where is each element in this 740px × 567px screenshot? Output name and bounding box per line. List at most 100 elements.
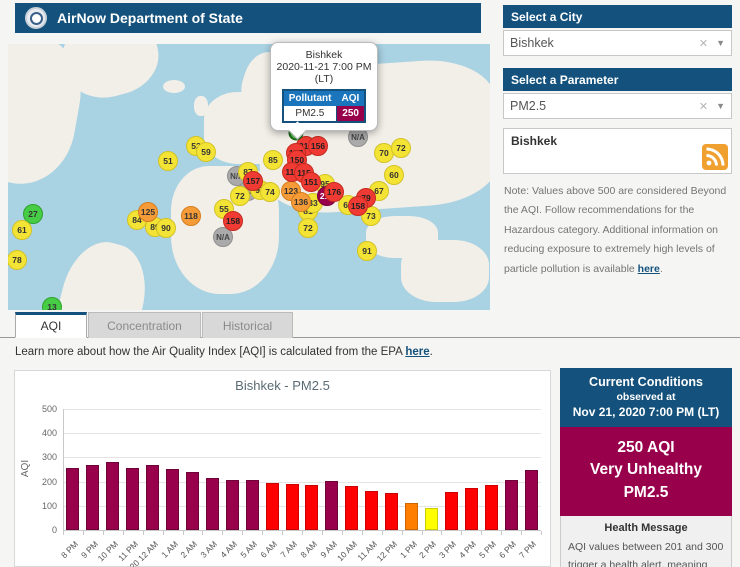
chart-bar [146, 465, 159, 530]
rss-icon[interactable] [702, 144, 728, 170]
x-tick [422, 531, 423, 535]
aqi-bar-chart: Bishkek - PM2.5 AQI 01002003004005008 PM… [14, 370, 551, 567]
aqi-map-marker[interactable]: 13 [42, 297, 62, 310]
aqi-map-marker[interactable]: 136 [291, 192, 311, 212]
aqi-map-marker[interactable]: 176 [324, 182, 344, 202]
gridline [63, 409, 541, 410]
parameter-select[interactable]: PM2.5 ✕ ▼ [503, 93, 732, 119]
map-land [163, 80, 185, 93]
gridline [63, 457, 541, 458]
conditions-aqi-value: 250 AQI [564, 437, 728, 459]
health-message-section: Health Message AQI values between 201 an… [560, 516, 732, 567]
x-tick [481, 531, 482, 535]
chart-bar [445, 492, 458, 530]
aqi-map-marker[interactable]: 91 [357, 241, 377, 261]
aqi-map-marker[interactable]: 78 [8, 250, 27, 270]
x-tick [222, 531, 223, 535]
dept-of-state-seal-icon [25, 7, 47, 29]
city-select[interactable]: Bishkek ✕ ▼ [503, 30, 732, 56]
aqi-map-marker[interactable]: 72 [298, 218, 318, 238]
aqi-map-marker[interactable]: 61 [12, 220, 32, 240]
health-message-text: AQI values between 201 and 300 trigger a… [568, 539, 724, 567]
aqi-map-marker[interactable]: 125 [138, 202, 158, 222]
chart-bar [106, 462, 119, 530]
x-tick [83, 531, 84, 535]
conditions-aqi-parameter: PM2.5 [564, 482, 728, 504]
x-tick [143, 531, 144, 535]
y-tick-label: 200 [27, 477, 57, 487]
popup-pollutant-value: PM2.5 [283, 106, 337, 122]
current-conditions-panel: Current Conditions observed at Nov 21, 2… [560, 368, 732, 567]
x-tick [63, 531, 64, 535]
chart-bar [226, 480, 239, 530]
chart-bar [385, 493, 398, 530]
map-land [46, 234, 156, 310]
x-tick [103, 531, 104, 535]
chart-bar [365, 491, 378, 530]
aqi-map-marker[interactable]: 118 [181, 206, 201, 226]
map-popup: Bishkek 2020-11-21 7:00 PM (LT) Pollutan… [270, 42, 378, 131]
conditions-title: Current Conditions [564, 375, 728, 389]
y-tick-label: 300 [27, 452, 57, 462]
popup-datetime: 2020-11-21 7:00 PM (LT) [275, 61, 373, 85]
x-tick [262, 531, 263, 535]
clear-parameter-icon[interactable]: ✕ [699, 100, 708, 113]
chart-bar [266, 483, 279, 530]
aqi-map-marker[interactable]: 158 [223, 211, 243, 231]
aqi-map-marker[interactable]: 60 [384, 165, 404, 185]
x-tick [183, 531, 184, 535]
aqi-map-marker[interactable]: 59 [196, 142, 216, 162]
note-here-link[interactable]: here [638, 263, 660, 275]
chevron-down-icon[interactable]: ▼ [716, 38, 725, 48]
conditions-aqi-category: Very Unhealthy [564, 459, 728, 481]
aqi-map-marker[interactable]: 85 [263, 150, 283, 170]
y-tick-label: 0 [27, 525, 57, 535]
learn-more-text: Learn more about how the Air Quality Ind… [15, 346, 433, 358]
chart-bar [505, 480, 518, 530]
city-feed-box: Bishkek [503, 128, 732, 174]
x-tick [382, 531, 383, 535]
chart-bar [485, 485, 498, 530]
popup-aqi-value: 250 [337, 106, 366, 122]
tab-concentration[interactable]: Concentration [88, 312, 201, 338]
chart-bar [325, 481, 338, 530]
parameter-select-value: PM2.5 [510, 99, 699, 113]
chart-bar [345, 486, 358, 530]
select-city-header: Select a City [503, 5, 732, 28]
aqi-map-marker[interactable]: 157 [243, 171, 263, 191]
conditions-aqi-badge: 250 AQI Very Unhealthy PM2.5 [560, 427, 732, 516]
y-axis-line [63, 409, 64, 530]
learn-more-suffix: . [430, 346, 433, 358]
x-tick [282, 531, 283, 535]
aqi-note: Note: Values above 500 are considered Be… [504, 182, 734, 279]
y-tick-label: 100 [27, 501, 57, 511]
x-tick [541, 531, 542, 535]
clear-city-icon[interactable]: ✕ [699, 37, 708, 50]
learn-more-here-link[interactable]: here [405, 346, 429, 358]
world-map[interactable]: N/AN/AN/AN/A2713515259857072606795879774… [8, 44, 490, 310]
aqi-map-marker[interactable]: 158 [348, 196, 368, 216]
feed-city-label: Bishkek [504, 129, 731, 148]
select-parameter-header: Select a Parameter [503, 68, 732, 91]
chart-bar [286, 484, 299, 530]
x-tick [302, 531, 303, 535]
conditions-datetime: Nov 21, 2020 7:00 PM (LT) [564, 405, 728, 419]
tab-historical[interactable]: Historical [202, 312, 293, 338]
aqi-map-marker[interactable]: 72 [391, 138, 411, 158]
x-tick [501, 531, 502, 535]
aqi-map-marker[interactable]: 51 [158, 151, 178, 171]
aqi-map-marker[interactable]: 74 [260, 182, 280, 202]
aqi-map-marker[interactable]: 156 [308, 136, 328, 156]
chart-bar [66, 468, 79, 530]
chart-bar [186, 472, 199, 530]
aqi-map-marker[interactable]: 90 [156, 218, 176, 238]
health-message-title: Health Message [568, 522, 724, 534]
chevron-down-icon[interactable]: ▼ [716, 101, 725, 111]
chart-bar [126, 468, 139, 530]
x-tick [123, 531, 124, 535]
x-tick [362, 531, 363, 535]
tab-aqi[interactable]: AQI [15, 312, 87, 338]
chart-bar [86, 465, 99, 530]
tab-bar: AQIConcentrationHistorical [0, 312, 740, 338]
x-tick [342, 531, 343, 535]
